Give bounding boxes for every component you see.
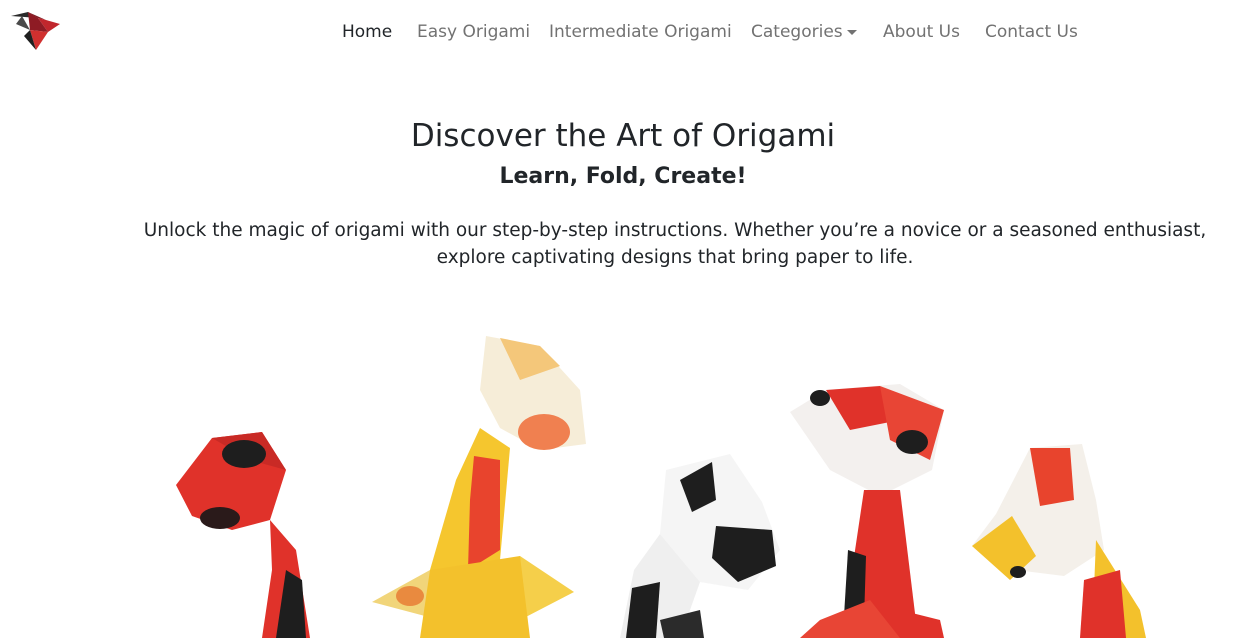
caret-down-icon[interactable]	[847, 30, 857, 35]
nav-intermediate-origami[interactable]: Intermediate Origami	[549, 20, 732, 44]
koi-fish-5	[972, 444, 1146, 638]
navbar: Home Easy Origami Intermediate Origami C…	[0, 0, 1246, 64]
nav-about-us[interactable]: About Us	[883, 20, 960, 44]
hero-subtitle: Learn, Fold, Create!	[499, 164, 747, 189]
main-nav: Home Easy Origami Intermediate Origami C…	[0, 20, 1246, 44]
nav-easy-origami[interactable]: Easy Origami	[417, 20, 530, 44]
nav-home[interactable]: Home	[342, 20, 392, 44]
origami-koi-fish-image	[176, 336, 1146, 638]
hero-title: Discover the Art of Origami	[410, 118, 836, 154]
koi-fish-1	[176, 432, 310, 638]
nav-contact-us[interactable]: Contact Us	[985, 20, 1078, 44]
koi-fish-2	[372, 336, 586, 638]
hero-description: Unlock the magic of origami with our ste…	[143, 220, 1207, 268]
koi-fish-4	[790, 384, 944, 638]
koi-fish-3	[620, 454, 780, 638]
nav-categories-dropdown[interactable]: Categories	[751, 20, 843, 44]
